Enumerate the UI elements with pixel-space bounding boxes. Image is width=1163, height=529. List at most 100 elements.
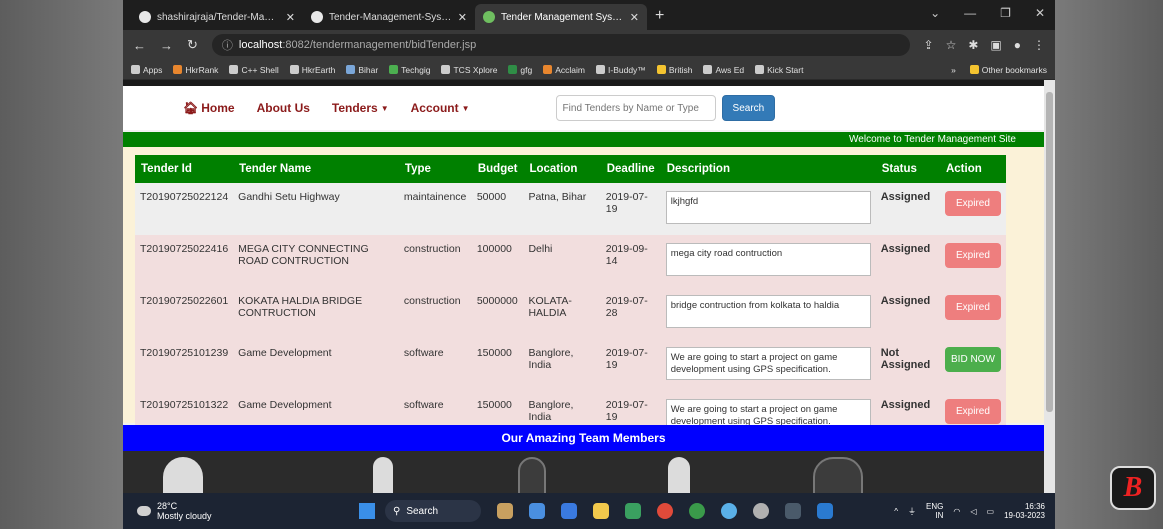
restore-icon[interactable]: ❐ bbox=[1000, 6, 1011, 20]
bookmark-item[interactable]: Kick Start bbox=[755, 65, 803, 75]
settings-icon[interactable] bbox=[753, 503, 769, 519]
bookmark-icon bbox=[656, 65, 666, 74]
url-field[interactable]: ⓘ localhost:8082/tendermanagement/bidTen… bbox=[211, 34, 910, 56]
expired-button[interactable]: Expired bbox=[944, 399, 1001, 424]
tender-budget: 150000 bbox=[471, 339, 524, 391]
chrome-icon[interactable] bbox=[689, 503, 705, 519]
taskbar-apps bbox=[497, 503, 833, 519]
description-textarea[interactable]: bridge contruction from kolkata to haldi… bbox=[665, 295, 871, 328]
bookmark-icon bbox=[543, 65, 553, 74]
star-icon[interactable]: ☆ bbox=[946, 38, 957, 52]
volume-icon[interactable]: ◁ bbox=[970, 507, 976, 516]
tender-type: software bbox=[398, 339, 472, 391]
bookmark-item[interactable]: Techgig bbox=[389, 65, 430, 75]
bookmark-item[interactable]: TCS Xplore bbox=[441, 65, 497, 75]
app-icon[interactable] bbox=[529, 503, 545, 519]
bookmark-item[interactable]: HkrRank bbox=[173, 65, 218, 75]
bookmark-item[interactable]: gfg bbox=[508, 65, 532, 75]
table-row: T20190725022601 KOKATA HALDIA BRIDGE CON… bbox=[135, 287, 1006, 339]
app-icon[interactable] bbox=[497, 503, 513, 519]
close-icon[interactable]: ✕ bbox=[458, 11, 467, 24]
tab-title: Tender Management System bbox=[501, 11, 624, 23]
clock[interactable]: 16:36 19-03-2023 bbox=[1004, 502, 1045, 520]
bookmark-item[interactable]: Bihar bbox=[346, 65, 378, 75]
tender-status: Assigned bbox=[875, 235, 940, 287]
close-icon[interactable]: ✕ bbox=[1035, 6, 1045, 20]
nav-about[interactable]: About Us bbox=[257, 101, 310, 115]
window-controls: ⌄ — ❐ ✕ bbox=[930, 6, 1045, 20]
new-tab-button[interactable]: + bbox=[655, 7, 664, 25]
vscode-icon[interactable] bbox=[817, 503, 833, 519]
chevron-down-icon[interactable]: ⌄ bbox=[930, 6, 940, 20]
bookmark-item[interactable]: C++ Shell bbox=[229, 65, 279, 75]
description-textarea[interactable]: mega city road contruction bbox=[665, 243, 871, 276]
apps-icon bbox=[131, 65, 140, 74]
bookmark-item[interactable]: Aws Ed bbox=[703, 65, 744, 75]
bookmark-apps[interactable]: Apps bbox=[131, 65, 162, 75]
expired-button[interactable]: Expired bbox=[944, 191, 1001, 216]
tab-github-2[interactable]: Tender-Management-System/ho ✕ bbox=[303, 4, 475, 30]
page-scrollbar[interactable] bbox=[1044, 80, 1055, 493]
tab-github-1[interactable]: shashirajraja/Tender-Manageme ✕ bbox=[131, 4, 303, 30]
terminal-icon[interactable] bbox=[785, 503, 801, 519]
tender-location: Patna, Bihar bbox=[523, 183, 601, 235]
chevron-up-icon[interactable]: ^ bbox=[894, 507, 898, 516]
url-path: :8082/tendermanagement/bidTender.jsp bbox=[282, 39, 477, 51]
expired-button[interactable]: Expired bbox=[944, 295, 1001, 320]
windows-taskbar: 28°C Mostly cloudy ⚲ Search ^ ⏚ ENG IN ◠ ◁ bbox=[123, 493, 1055, 529]
globe-icon bbox=[483, 11, 495, 23]
language-indicator[interactable]: ENG IN bbox=[926, 502, 943, 520]
taskbar-search[interactable]: ⚲ Search bbox=[385, 500, 481, 522]
back-icon[interactable]: ← bbox=[133, 38, 146, 53]
member-photo bbox=[163, 457, 203, 493]
minimize-icon[interactable]: — bbox=[964, 6, 976, 20]
reload-icon[interactable]: ↻ bbox=[187, 37, 198, 53]
close-icon[interactable]: ✕ bbox=[286, 11, 295, 24]
tender-status: Assigned bbox=[875, 183, 940, 235]
app-icon[interactable] bbox=[561, 503, 577, 519]
search-button[interactable]: Search bbox=[721, 95, 776, 121]
weather-widget[interactable]: 28°C Mostly cloudy bbox=[137, 501, 307, 522]
profile-icon[interactable]: ● bbox=[1014, 38, 1021, 52]
tender-search-input[interactable] bbox=[555, 95, 716, 121]
battery-icon[interactable]: ▭ bbox=[987, 507, 995, 516]
bookmark-item[interactable]: HkrEarth bbox=[289, 65, 335, 75]
description-textarea[interactable]: lkjhgfd bbox=[665, 191, 871, 224]
tender-type: maintainence bbox=[398, 183, 472, 235]
share-icon[interactable]: ⇪ bbox=[924, 38, 934, 52]
sidebar-icon[interactable]: ▣ bbox=[990, 38, 1001, 52]
nav-tenders[interactable]: Tenders ▼ bbox=[332, 101, 389, 115]
forward-icon[interactable]: → bbox=[160, 38, 173, 53]
menu-icon[interactable]: ⋮ bbox=[1033, 38, 1045, 52]
caret-down-icon: ▼ bbox=[461, 103, 470, 113]
bookmark-item[interactable]: Acclaim bbox=[543, 65, 585, 75]
tender-content: Tender Id Tender Name Type Budget Locati… bbox=[123, 147, 1044, 443]
tender-table-wrapper: Tender Id Tender Name Type Budget Locati… bbox=[135, 155, 1006, 443]
bookmark-item[interactable]: I-Buddy™ bbox=[596, 65, 646, 75]
scrollbar-thumb[interactable] bbox=[1046, 92, 1053, 412]
bookmark-item[interactable]: British bbox=[656, 65, 692, 75]
nav-home[interactable]: 🏠︎ Home bbox=[183, 101, 235, 115]
chrome-icon[interactable] bbox=[657, 503, 673, 519]
windows-start-icon[interactable] bbox=[359, 503, 375, 519]
description-textarea[interactable]: We are going to start a project on game … bbox=[665, 347, 871, 380]
table-row: T20190725101239 Game Development softwar… bbox=[135, 339, 1006, 391]
member-photo bbox=[668, 457, 690, 493]
app-icon[interactable] bbox=[721, 503, 737, 519]
table-row: T20190725022416 MEGA CITY CONNECTING ROA… bbox=[135, 235, 1006, 287]
usb-icon[interactable]: ⏚ bbox=[908, 506, 916, 517]
nav-account[interactable]: Account ▼ bbox=[411, 101, 470, 115]
home-icon: 🏠︎ bbox=[183, 101, 199, 115]
expired-button[interactable]: Expired bbox=[944, 243, 1001, 268]
app-icon[interactable] bbox=[625, 503, 641, 519]
bid-now-button[interactable]: BID NOW bbox=[944, 347, 1001, 372]
close-icon[interactable]: ✕ bbox=[630, 11, 639, 24]
other-bookmarks[interactable]: Other bookmarks bbox=[969, 65, 1047, 75]
team-members-section bbox=[123, 451, 1044, 493]
extension-icon[interactable]: ✱ bbox=[968, 38, 978, 52]
bookmarks-overflow[interactable]: » bbox=[951, 65, 956, 75]
tab-tender-management[interactable]: Tender Management System ✕ bbox=[475, 4, 647, 30]
folder-icon[interactable] bbox=[593, 503, 609, 519]
wifi-icon[interactable]: ◠ bbox=[953, 507, 960, 516]
tender-id: T20190725022124 bbox=[135, 183, 234, 235]
